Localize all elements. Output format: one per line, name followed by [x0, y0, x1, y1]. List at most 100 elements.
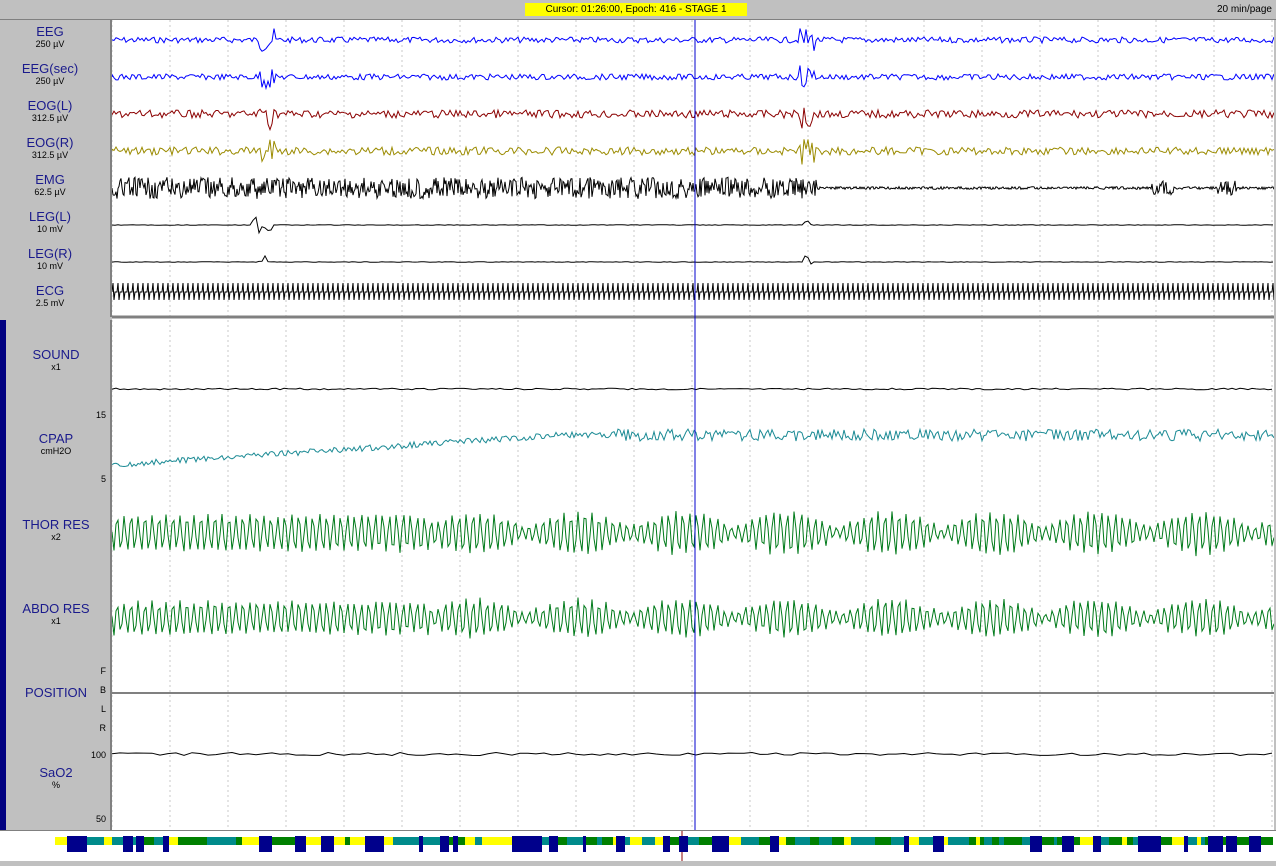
position-tick-r: R [99, 723, 107, 733]
hypnogram-epoch [891, 837, 897, 845]
hypnogram-epoch [334, 837, 345, 845]
cpap-max-tick: 15 [95, 410, 106, 420]
hypnogram-epoch [613, 837, 616, 845]
hypnogram-epoch [1093, 836, 1101, 852]
hypnogram-epoch [1223, 837, 1226, 845]
abdo-res-trace [112, 597, 1274, 639]
hypnogram-epoch [745, 837, 754, 845]
hypnogram-epoch [803, 837, 810, 845]
hypnogram-epoch [1150, 836, 1154, 852]
hypnogram-epoch [1010, 837, 1022, 845]
hypnogram-epoch [897, 837, 904, 845]
hypnogram-epoch [266, 836, 272, 852]
channel-labels-lower: SOUND x1 15 CPAP cmH2O 5 THOR RES x2 ABDO R… [0, 320, 112, 830]
hypnogram-epoch [414, 837, 419, 845]
signal-traces[interactable] [112, 20, 1274, 830]
hypnogram-epoch [178, 837, 190, 845]
hypnogram-epoch [810, 837, 819, 845]
channel-label-eeg[interactable]: EEG 250 µV [0, 25, 100, 50]
channel-label-position[interactable]: POSITION [6, 686, 106, 700]
hypnogram-epoch [984, 837, 987, 845]
hypnogram-epoch [1062, 836, 1074, 852]
hypnogram-epoch [527, 836, 537, 852]
hypnogram-epoch [1090, 837, 1093, 845]
hypnogram-epoch [915, 837, 919, 845]
hypnogram-epoch [729, 837, 741, 845]
hypnogram-epoch [670, 837, 679, 845]
hypnogram-epoch [770, 836, 779, 852]
hypnogram-epoch [458, 837, 465, 845]
hypnogram-epoch [829, 837, 832, 845]
cursor-status: Cursor: 01:26:00, Epoch: 416 - STAGE 1 [525, 3, 747, 16]
channel-label-leg-l[interactable]: LEG(L) 10 mV [0, 210, 100, 235]
hypnogram-epoch [112, 837, 123, 845]
hypnogram-epoch [87, 837, 97, 845]
hypnogram-epoch [133, 837, 136, 845]
hypnogram-epoch [1122, 837, 1127, 845]
channel-label-abdo-res[interactable]: ABDO RES x1 [6, 602, 106, 627]
hypnogram-epoch [190, 837, 202, 845]
hypnogram-epoch [642, 837, 651, 845]
hypnogram-epoch [384, 837, 393, 845]
page-scale-label[interactable]: 20 min/page [1217, 4, 1272, 15]
hypnogram-epoch [104, 837, 112, 845]
hypnogram-epoch [1197, 837, 1201, 845]
channel-label-leg-r[interactable]: LEG(R) 10 mV [0, 247, 100, 272]
hypnogram-epoch [453, 836, 458, 852]
hypnogram-epoch [586, 837, 597, 845]
hypnogram-epoch [976, 837, 980, 845]
hypnogram-epoch [1237, 837, 1249, 845]
hypnogram-epoch [1172, 837, 1184, 845]
leg-r-trace [112, 254, 1274, 265]
hypnogram-epoch [786, 837, 789, 845]
hypnogram-epoch [712, 836, 718, 852]
position-tick-f: F [100, 666, 107, 676]
channel-label-sao2[interactable]: SaO2% [6, 766, 106, 791]
hypnogram-epoch [353, 837, 365, 845]
hypnogram-epoch [699, 837, 704, 845]
hypnogram-epoch [1161, 837, 1165, 845]
position-tick-b: B [99, 685, 106, 695]
hypnogram-bar[interactable] [0, 830, 1276, 861]
hypnogram-epoch [549, 836, 558, 852]
hypnogram-epoch [789, 837, 795, 845]
hypnogram-epoch [864, 837, 875, 845]
hypnogram-epoch [163, 836, 169, 852]
hypnogram-epoch [875, 837, 879, 845]
hypnogram[interactable] [0, 831, 1276, 861]
signal-plot-area[interactable] [112, 20, 1274, 830]
hypnogram-epoch [933, 836, 944, 852]
hypnogram-epoch [1261, 837, 1273, 845]
hypnogram-epoch [992, 837, 999, 845]
hypnogram-epoch [1030, 836, 1042, 852]
hypnogram-epoch [542, 837, 549, 845]
hypnogram-epoch [214, 837, 225, 845]
hypnogram-epoch [55, 837, 67, 845]
hypnogram-epoch [512, 836, 519, 852]
channel-label-thor-res[interactable]: THOR RES x2 [6, 518, 106, 543]
hypnogram-epoch [1109, 837, 1119, 845]
hypnogram-epoch [625, 837, 630, 845]
hypnogram-epoch [1057, 837, 1062, 845]
hypnogram-epoch [283, 837, 295, 845]
hypnogram-epoch [1133, 837, 1138, 845]
hypnogram-epoch [832, 837, 844, 845]
hypnogram-epoch [759, 837, 762, 845]
channel-label-eog-l[interactable]: EOG(L) 312.5 µV [0, 99, 100, 124]
hypnogram-epoch [123, 836, 129, 852]
channel-label-sound[interactable]: SOUND x1 [6, 348, 106, 373]
hypnogram-epoch [999, 837, 1004, 845]
hypnogram-epoch [428, 837, 440, 845]
hypnogram-epoch [494, 837, 501, 845]
channel-label-ecg[interactable]: ECG 2.5 mV [0, 284, 100, 309]
hypnogram-epoch [919, 837, 930, 845]
channel-label-eog-r[interactable]: EOG(R) 312.5 µV [0, 136, 100, 161]
channel-label-cpap[interactable]: CPAP cmH2O [6, 432, 106, 457]
hypnogram-epoch [129, 836, 133, 852]
hypnogram-epoch [519, 836, 527, 852]
hypnogram-epoch [79, 836, 87, 852]
hypnogram-epoch [501, 837, 512, 845]
hypnogram-epoch [959, 837, 969, 845]
channel-label-emg[interactable]: EMG 62.5 µV [0, 173, 100, 198]
channel-label-eeg-sec[interactable]: EEG(sec) 250 µV [0, 62, 100, 87]
